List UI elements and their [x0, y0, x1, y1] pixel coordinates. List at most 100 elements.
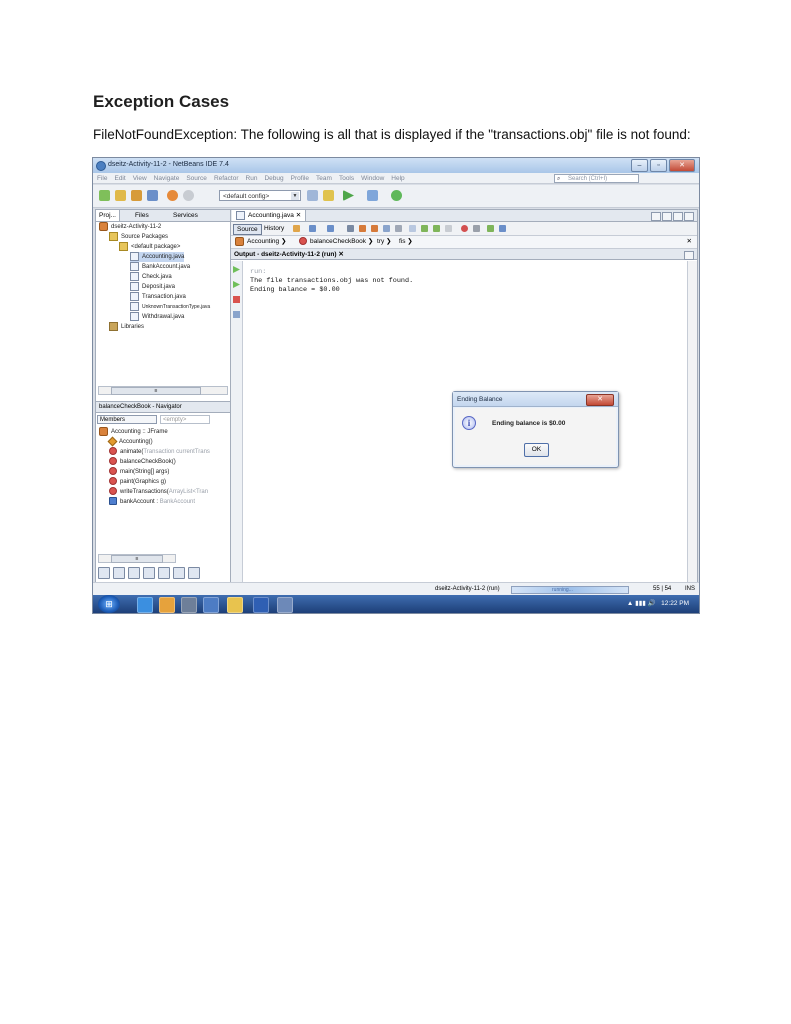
find-icon[interactable]: [347, 225, 354, 232]
shift-left-icon[interactable]: [409, 225, 416, 232]
menu-view[interactable]: View: [133, 173, 147, 183]
menu-file[interactable]: File: [97, 173, 107, 183]
filter-inherited-icon[interactable]: [173, 567, 185, 579]
new-project-icon[interactable]: [115, 190, 126, 201]
maximize-window-icon[interactable]: [684, 212, 694, 221]
save-all-icon[interactable]: [147, 190, 158, 201]
maximize-button[interactable]: ▫: [650, 159, 667, 172]
nav-item-paint[interactable]: paint(Graphics g): [109, 477, 166, 487]
tree-file-check[interactable]: Check.java: [130, 272, 172, 282]
filter-fields-icon[interactable]: [128, 567, 140, 579]
tab-services[interactable]: Services: [170, 210, 201, 221]
test-icon[interactable]: [499, 225, 506, 232]
menu-window[interactable]: Window: [361, 173, 384, 183]
breadcrumb-try[interactable]: try ❯: [377, 236, 392, 248]
tab-source[interactable]: Source: [233, 224, 262, 235]
show-opened-documents-icon[interactable]: [673, 212, 683, 221]
redo-icon[interactable]: [183, 190, 194, 201]
run-icon[interactable]: [343, 190, 354, 201]
projects-horizontal-scrollbar[interactable]: ≡: [98, 386, 228, 395]
tree-file-deposit[interactable]: Deposit.java: [130, 282, 175, 292]
rerun-with-args-icon[interactable]: [233, 281, 240, 288]
breadcrumb-accounting[interactable]: Accounting ❯: [235, 236, 286, 248]
start-button[interactable]: ⊞: [98, 595, 120, 613]
file-explorer-icon[interactable]: [227, 597, 243, 613]
ok-button[interactable]: OK: [524, 443, 549, 457]
scroll-tabs-right-icon[interactable]: [662, 212, 672, 221]
tree-libraries[interactable]: Libraries: [109, 322, 144, 332]
menu-run[interactable]: Run: [246, 173, 258, 183]
media-player-icon[interactable]: [203, 597, 219, 613]
nav-item-writetransactions[interactable]: writeTransactions(ArrayList<Tran: [109, 487, 208, 497]
menu-debug[interactable]: Debug: [264, 173, 283, 183]
tree-source-packages[interactable]: Source Packages: [109, 232, 168, 242]
scroll-thumb[interactable]: ≡: [111, 555, 163, 563]
tree-file-accounting[interactable]: Accounting.java: [130, 252, 185, 262]
output-vertical-scrollbar[interactable]: [687, 261, 697, 582]
build-icon[interactable]: [307, 190, 318, 201]
nav-item-bankaccount-field[interactable]: bankAccount : BankAccount: [109, 497, 195, 507]
tab-files[interactable]: Files: [132, 210, 152, 221]
menu-navigate[interactable]: Navigate: [154, 173, 180, 183]
menu-source[interactable]: Source: [186, 173, 207, 183]
firefox-icon[interactable]: [159, 597, 175, 613]
nav-item-animate[interactable]: animate(Transaction currentTrans: [109, 447, 210, 457]
close-breadcrumb-icon[interactable]: ✕: [687, 236, 692, 248]
sort-icon[interactable]: [98, 567, 110, 579]
nav-item-balancecheckbook[interactable]: balanceCheckBook(): [109, 457, 176, 467]
tab-projects[interactable]: Proj...: [96, 210, 120, 221]
diff-icon[interactable]: [487, 225, 494, 232]
menu-profile[interactable]: Profile: [291, 173, 309, 183]
filter-static-icon[interactable]: [143, 567, 155, 579]
search-input[interactable]: ⌕ Search (Ctrl+I): [554, 174, 639, 183]
tree-default-package[interactable]: <default package>: [119, 242, 180, 252]
tree-file-withdrawal[interactable]: Withdrawal.java: [130, 312, 184, 322]
profile-icon[interactable]: [391, 190, 402, 201]
forward-icon[interactable]: [327, 225, 334, 232]
clean-build-icon[interactable]: [323, 190, 334, 201]
sort-by-name-icon[interactable]: [188, 567, 200, 579]
internet-explorer-icon[interactable]: [137, 597, 153, 613]
scroll-thumb[interactable]: ≡: [111, 387, 201, 395]
tree-file-transaction[interactable]: Transaction.java: [130, 292, 186, 302]
record-macro-icon[interactable]: [461, 225, 468, 232]
minimize-output-icon[interactable]: [684, 251, 694, 260]
back-icon[interactable]: [309, 225, 316, 232]
tree-file-unknowntransaction[interactable]: UnknownTransactionType.java: [130, 302, 210, 312]
navigator-horizontal-scrollbar[interactable]: ≡: [98, 554, 176, 563]
open-project-icon[interactable]: [131, 190, 142, 201]
undo-icon[interactable]: [167, 190, 178, 201]
comment-icon[interactable]: [433, 225, 440, 232]
find-next-icon[interactable]: [371, 225, 378, 232]
minimize-button[interactable]: –: [631, 159, 648, 172]
tree-project[interactable]: dseitz-Activity-11-2: [99, 222, 161, 232]
dialog-close-button[interactable]: ✕: [586, 394, 614, 406]
stop-icon[interactable]: [233, 296, 240, 303]
last-edit-icon[interactable]: [293, 225, 300, 232]
calculator-icon[interactable]: [181, 597, 197, 613]
close-button[interactable]: ✕: [669, 159, 695, 172]
scroll-tabs-left-icon[interactable]: [651, 212, 661, 221]
empty-filter-select[interactable]: <empty>: [160, 415, 210, 424]
menu-edit[interactable]: Edit: [114, 173, 125, 183]
menu-refactor[interactable]: Refactor: [214, 173, 239, 183]
menu-team[interactable]: Team: [316, 173, 332, 183]
toggle-highlight-icon[interactable]: [383, 225, 390, 232]
nav-item-main[interactable]: main(String[] args): [109, 467, 169, 477]
clock[interactable]: 12:22 PM: [661, 600, 689, 607]
word-icon[interactable]: [253, 597, 269, 613]
members-filter-select[interactable]: Members: [97, 415, 157, 424]
tree-file-bankaccount[interactable]: BankAccount.java: [130, 262, 190, 272]
uncomment-icon[interactable]: [445, 225, 452, 232]
nav-item-constructor[interactable]: Accounting(): [107, 436, 153, 447]
debug-icon[interactable]: [367, 190, 378, 201]
new-file-icon[interactable]: [99, 190, 110, 201]
menu-help[interactable]: Help: [391, 173, 404, 183]
filter-nonpublic-icon[interactable]: [158, 567, 170, 579]
filter-icon[interactable]: [113, 567, 125, 579]
shift-right-icon[interactable]: [421, 225, 428, 232]
menu-tools[interactable]: Tools: [339, 173, 354, 183]
tab-history[interactable]: History: [261, 224, 287, 233]
nav-item-class[interactable]: Accounting :: JFrame: [99, 427, 168, 437]
netbeans-taskbar-icon[interactable]: [277, 597, 293, 613]
